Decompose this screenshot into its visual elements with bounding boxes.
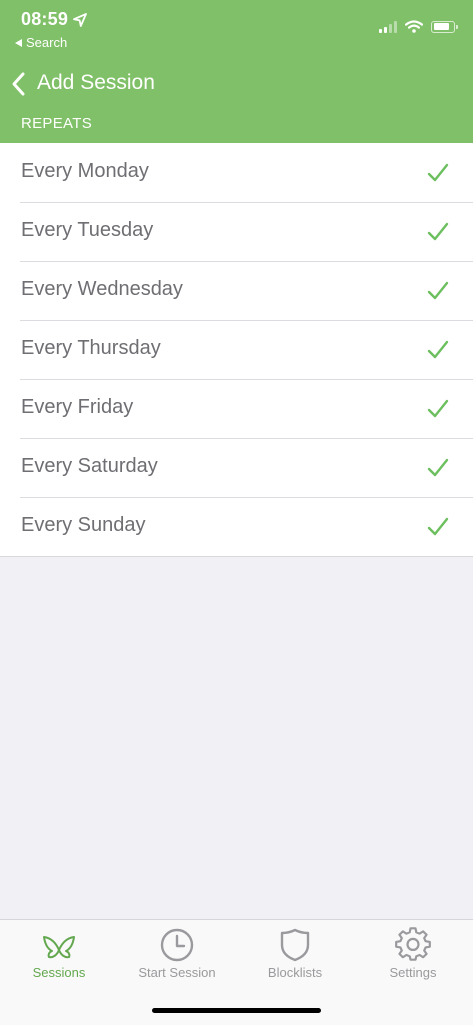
day-label: Every Monday xyxy=(21,160,149,182)
status-indicators xyxy=(379,20,458,33)
tab-label: Start Session xyxy=(138,965,216,980)
wifi-icon xyxy=(405,20,423,33)
status-time-text: 08:59 xyxy=(21,9,69,29)
day-row-monday[interactable]: Every Monday xyxy=(0,143,473,202)
checkmark-icon xyxy=(427,458,449,477)
section-header-repeats: REPEATS xyxy=(21,115,93,132)
checkmark-icon xyxy=(427,281,449,300)
day-label: Every Friday xyxy=(21,396,134,418)
home-indicator xyxy=(152,1008,321,1013)
clock-icon xyxy=(160,928,194,962)
gear-icon xyxy=(395,927,431,961)
header: 08:59 Search Add Session REPEATS xyxy=(0,0,473,143)
butterfly-icon xyxy=(43,936,75,959)
location-arrow-icon xyxy=(73,12,87,27)
tab-settings[interactable]: Settings xyxy=(354,920,472,990)
day-label: Every Tuesday xyxy=(21,219,154,241)
day-row-sunday[interactable]: Every Sunday xyxy=(0,497,473,556)
back-triangle-icon xyxy=(15,38,22,47)
checkmark-icon xyxy=(427,399,449,418)
cellular-signal-icon xyxy=(379,20,397,33)
nav-back-button[interactable]: Add Session xyxy=(0,64,300,104)
tab-label: Blocklists xyxy=(267,965,323,980)
tab-start-session[interactable]: Start Session xyxy=(118,920,236,990)
day-label: Every Wednesday xyxy=(21,278,183,300)
tab-label: Sessions xyxy=(32,965,86,980)
day-label: Every Saturday xyxy=(21,455,158,477)
day-row-wednesday[interactable]: Every Wednesday xyxy=(0,261,473,320)
checkmark-icon xyxy=(427,222,449,241)
back-to-search-link[interactable]: Search xyxy=(15,35,67,50)
shield-icon xyxy=(280,928,310,962)
page-title: Add Session xyxy=(37,71,155,94)
day-row-tuesday[interactable]: Every Tuesday xyxy=(0,202,473,261)
day-row-saturday[interactable]: Every Saturday xyxy=(0,438,473,497)
battery-level xyxy=(433,23,449,30)
checkmark-icon xyxy=(427,340,449,359)
day-row-friday[interactable]: Every Friday xyxy=(0,379,473,438)
tab-blocklists[interactable]: Blocklists xyxy=(236,920,354,990)
battery-icon xyxy=(431,20,458,33)
back-to-search-label: Search xyxy=(26,35,68,50)
checkmark-icon xyxy=(427,517,449,536)
status-time: 08:59 xyxy=(21,9,87,30)
repeat-days-list: Every Monday Every Tuesday Every Wednesd… xyxy=(0,143,473,557)
checkmark-icon xyxy=(427,163,449,182)
day-row-thursday[interactable]: Every Thursday xyxy=(0,320,473,379)
day-label: Every Sunday xyxy=(21,514,146,536)
day-label: Every Thursday xyxy=(21,337,161,359)
tab-label: Settings xyxy=(389,965,437,980)
chevron-left-icon xyxy=(12,72,25,96)
tab-sessions[interactable]: Sessions xyxy=(0,920,118,990)
